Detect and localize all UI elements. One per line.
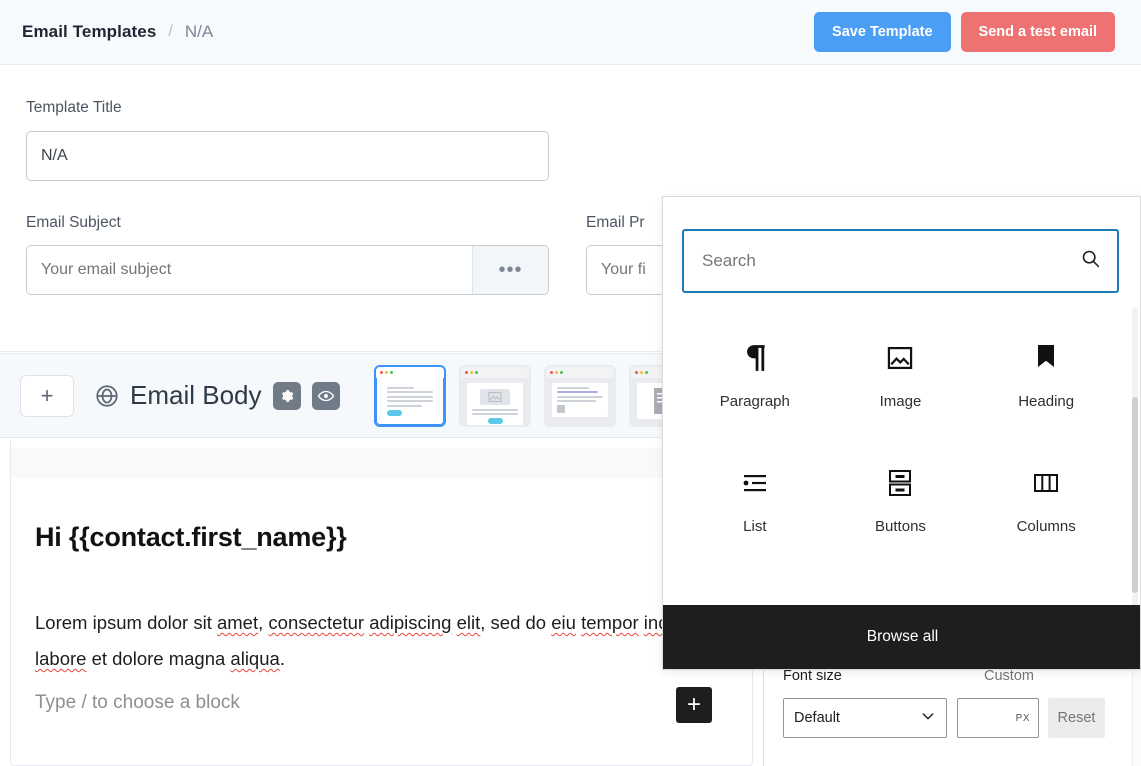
paragraph-text: , [258,612,269,633]
template-thumbnail-text[interactable] [373,364,446,427]
inserter-block-columns[interactable]: Columns [973,458,1119,543]
dot-red [379,370,383,374]
custom-font-size-input[interactable]: PX [957,698,1039,738]
dot-yellow [384,370,388,374]
custom-size-label: Custom [984,668,1034,684]
email-body-canvas[interactable]: Hi {{contact.first_name}} Lorem ipsum do… [10,440,753,766]
dot-green [474,370,478,374]
inserter-block-buttons[interactable]: Buttons [828,458,974,543]
send-test-email-button[interactable]: Send a test email [960,12,1115,52]
misspelled-word: labore [35,648,87,670]
dot-red [549,370,553,374]
add-block-button[interactable]: + [20,374,74,417]
template-thumbnail-mixed[interactable] [543,364,616,427]
dot-yellow [639,370,643,374]
email-subject-more-button[interactable]: ••• [472,246,548,294]
misspelled-word: aliqua [230,648,280,670]
inserter-block-label: Paragraph [719,393,790,410]
email-preview-label: Email Pr [586,214,645,231]
thumb-card [381,382,438,420]
font-size-select[interactable]: Default [783,698,947,738]
misspelled-word: eiu [551,612,576,633]
preview-paragraph[interactable]: Lorem ipsum dolor sit amet, consectetur … [35,605,752,677]
font-size-value: Default [794,710,840,726]
template-title-input[interactable] [26,131,549,181]
dot-green [644,370,648,374]
paragraph-icon [742,341,768,375]
gear-icon[interactable] [272,381,301,410]
breadcrumb: Email Templates / N/A [0,22,213,42]
empty-block-placeholder[interactable]: Type / to choose a block [35,692,240,714]
inline-add-block-button[interactable]: + [676,687,712,723]
app-root: Email Templates / N/A Save Template Send… [0,0,1141,766]
inserter-block-label: Image [879,393,922,410]
paragraph-text: . [279,648,285,670]
paragraph-text: , sed do [480,612,552,633]
inserter-block-list[interactable]: List [682,458,828,543]
header-actions: Save Template Send a test email [814,12,1141,52]
thumb-titlebar [460,366,529,378]
thumb-card [551,382,608,417]
buttons-icon [887,466,913,500]
image-icon [886,341,914,375]
misspelled-word: adipiscing [369,612,452,633]
email-subject-input[interactable] [27,246,472,294]
font-size-unit: PX [1015,712,1030,724]
breadcrumb-current: N/A [184,22,214,41]
dot-red [464,370,468,374]
misspelled-word: consectetur [268,612,365,633]
reset-font-size-button[interactable]: Reset [1048,698,1105,738]
inserter-block-paragraph[interactable]: Paragraph [682,333,828,418]
thumb-body [461,378,529,425]
paragraph-text: et dolore magna [86,648,231,670]
inserter-block-label: Buttons [875,518,926,535]
dot-yellow [469,370,473,374]
dot-green [389,370,393,374]
inserter-scrollbar-thumb[interactable] [1132,397,1138,593]
page-header: Email Templates / N/A Save Template Send… [0,0,1141,65]
block-inserter-popup: Paragraph Image Heading [662,196,1141,670]
list-icon [741,466,769,500]
template-thumbnails [373,364,701,427]
inserter-block-heading[interactable]: Heading [973,333,1119,418]
dot-red [634,370,638,374]
inserter-block-label: List [743,518,767,535]
misspelled-word: elit [456,612,481,633]
email-subject-field: ••• [26,245,549,295]
browse-all-button[interactable]: Browse all [663,605,1140,669]
save-template-button[interactable]: Save Template [814,12,951,52]
font-size-label: Font size [783,668,842,684]
template-title-label: Template Title [26,99,122,116]
columns-icon [1032,466,1060,500]
inserter-block-grid: Paragraph Image Heading List Buttons Col… [682,333,1119,543]
thumb-titlebar [545,366,614,378]
preview-top-strip [11,448,752,478]
email-body-icon [94,383,120,409]
misspelled-word: tempor [581,612,639,633]
dot-yellow [554,370,558,374]
chevron-down-icon [920,708,936,728]
inserter-block-image[interactable]: Image [828,333,974,418]
preview-heading[interactable]: Hi {{contact.first_name}} [35,522,347,553]
inserter-search-wrapper [682,229,1119,293]
thumb-body [546,378,614,423]
eye-icon[interactable] [311,381,340,410]
paragraph-text: Lorem ipsum dolor sit [35,612,217,633]
thumb-titlebar [375,366,444,378]
breadcrumb-separator: / [168,23,173,40]
dot-green [559,370,563,374]
heading-icon [1034,341,1058,375]
email-body-title: Email Body [130,380,262,410]
search-icon[interactable] [1080,248,1101,274]
breadcrumb-root[interactable]: Email Templates [22,22,156,42]
search-input[interactable] [700,250,1080,272]
misspelled-word: amet [216,612,259,633]
template-thumbnail-image[interactable] [458,364,531,427]
inserter-block-label: Heading [1018,393,1075,410]
thumb-card [466,382,523,425]
inserter-block-label: Columns [1016,518,1076,535]
email-subject-label: Email Subject [26,214,121,231]
inserter-search-box[interactable] [682,229,1119,293]
thumb-body [376,378,444,425]
